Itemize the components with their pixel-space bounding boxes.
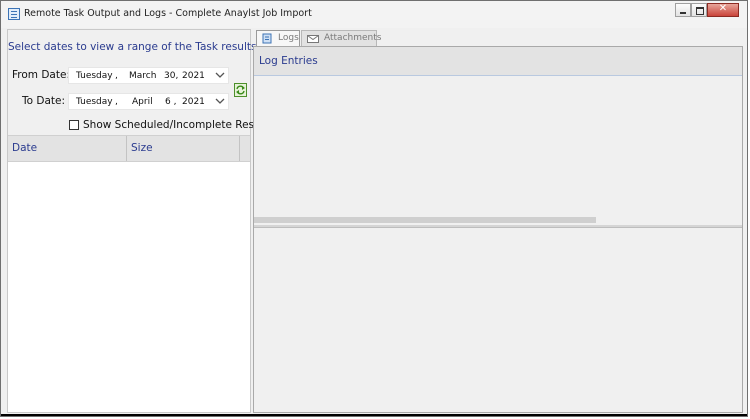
to-date-picker[interactable]: Tuesday , April 6 , 2021 [68,93,229,110]
show-scheduled-checkbox[interactable] [69,120,79,130]
from-date-month[interactable]: March [129,71,156,81]
to-date-year[interactable]: 2021 [182,97,205,107]
tab-logs[interactable]: Logs [256,30,300,46]
column-header-size[interactable]: Size [127,136,240,161]
filter-heading: Select dates to view a range of the Task… [8,41,257,53]
chevron-down-icon[interactable] [215,70,225,80]
from-date-weekday[interactable]: Tuesday [76,71,113,81]
task-output-window: Remote Task Output and Logs - Complete A… [0,0,748,417]
close-button[interactable] [707,3,739,17]
output-panel: Logs Attachments Log Entries [253,29,743,413]
maximize-button[interactable] [691,3,707,17]
title-bar[interactable]: Remote Task Output and Logs - Complete A… [1,1,747,28]
from-date-separator: , [115,71,118,81]
tab-logs-label: Logs [278,33,299,43]
show-scheduled-label[interactable]: Show Scheduled/Incomplete Results [83,119,273,131]
from-date-label: From Date: [12,69,70,81]
app-window-icon [8,8,20,20]
column-header-filler [240,136,250,161]
refresh-button[interactable] [234,83,247,97]
tab-attachments[interactable]: Attachments [301,30,381,46]
chevron-down-icon[interactable] [215,96,225,106]
to-date-weekday[interactable]: Tuesday [76,97,113,107]
from-date-year[interactable]: 2021 [182,71,205,81]
from-date-day[interactable]: 30, [164,71,178,81]
scroll-icon [262,33,272,44]
envelope-icon [307,35,319,43]
log-entries-pane: Log Entries [253,46,743,413]
tab-attachments-label: Attachments [324,33,382,43]
column-header-date[interactable]: Date [8,136,127,161]
from-date-picker[interactable]: Tuesday , March 30, 2021 [68,67,229,84]
date-filter-panel: Select dates to view a range of the Task… [7,29,273,413]
to-date-day[interactable]: 6 , [165,97,176,107]
refresh-icon [236,85,245,95]
minimize-button[interactable] [675,3,691,17]
horizontal-scrollbar-thumb[interactable] [254,217,596,223]
log-entries-header-label: Log Entries [259,55,318,67]
pane-splitter[interactable] [254,225,742,228]
log-entries-header: Log Entries [254,47,742,76]
results-grid-header: Date Size [8,135,250,162]
to-date-label: To Date: [22,95,66,107]
to-date-month[interactable]: April [132,97,153,107]
results-grid-body[interactable] [8,162,250,412]
window-title: Remote Task Output and Logs - Complete A… [24,8,312,19]
to-date-separator: , [115,97,118,107]
